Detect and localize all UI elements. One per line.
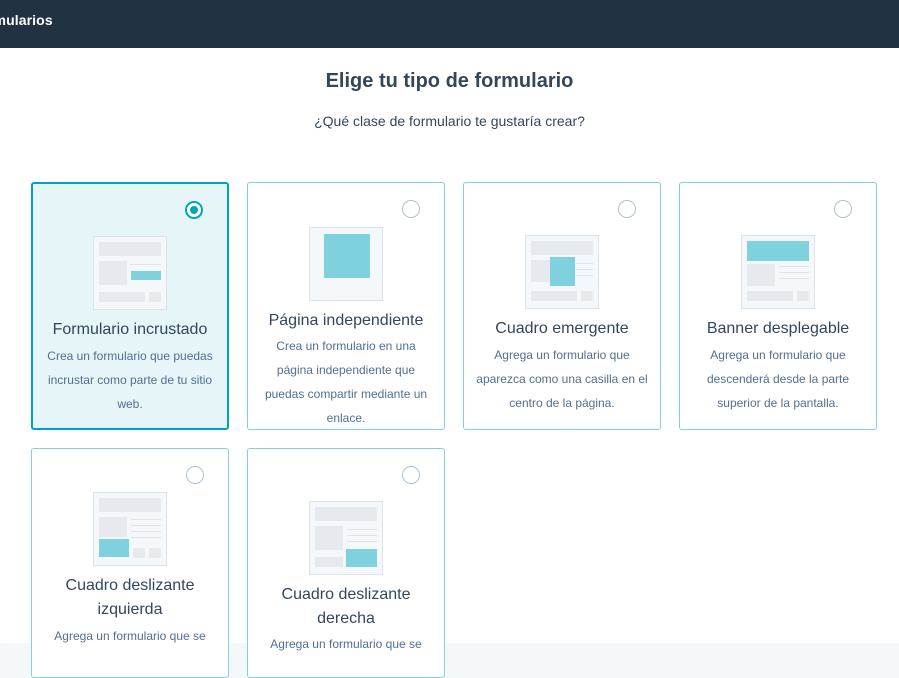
card-title: Cuadro emergente [495, 320, 629, 337]
form-type-card-standalone[interactable]: Página independiente Crea un formulario … [247, 182, 445, 430]
embedded-form-illustration [93, 236, 167, 310]
dropdown-banner-illustration [741, 235, 815, 309]
form-type-selector: Elige tu tipo de formulario ¿Qué clase d… [0, 48, 899, 678]
card-title: Página independiente [268, 312, 424, 329]
radio-button-slide-in-left[interactable] [186, 466, 204, 484]
form-type-card-popup[interactable]: Cuadro emergente Agrega un formulario qu… [463, 182, 661, 430]
card-description: Agrega un formulario que se [54, 629, 206, 643]
card-description: Agrega un formulario que aparezca como u… [476, 348, 648, 410]
card-description: Crea un formulario que puedas incrustar … [47, 349, 213, 411]
page-subtitle: ¿Qué clase de formulario te gustaría cre… [314, 113, 585, 129]
radio-button-popup[interactable] [618, 200, 636, 218]
slide-in-right-illustration [309, 501, 383, 575]
card-title: Banner desplegable [706, 320, 850, 337]
card-title: Formulario incrustado [52, 321, 208, 338]
radio-button-embedded[interactable] [185, 201, 203, 219]
standalone-page-illustration [309, 227, 383, 301]
form-type-card-slide-in-right[interactable]: Cuadro deslizante derecha Agrega un form… [247, 448, 445, 678]
card-description: Agrega un formulario que se [270, 637, 422, 651]
form-type-card-slide-in-left[interactable]: Cuadro deslizante izquierda Agrega un fo… [31, 448, 229, 678]
page-title: Elige tu tipo de formulario [325, 70, 574, 92]
card-description: Agrega un formulario que descenderá desd… [706, 348, 850, 410]
card-title: Cuadro deslizante derecha [281, 586, 411, 627]
slide-in-left-illustration [93, 492, 167, 566]
radio-button-standalone[interactable] [402, 200, 420, 218]
header-title: rmularios [0, 12, 53, 28]
card-description: Crea un formulario en una página indepen… [264, 339, 428, 425]
card-title: Cuadro deslizante izquierda [65, 577, 195, 618]
radio-button-slide-in-right[interactable] [402, 466, 420, 484]
form-type-card-embedded[interactable]: Formulario incrustado Crea un formulario… [31, 182, 229, 430]
popup-box-illustration [525, 235, 599, 309]
form-type-card-dropdown-banner[interactable]: Banner desplegable Agrega un formulario … [679, 182, 877, 430]
top-navigation-bar: rmularios [0, 0, 899, 48]
radio-button-dropdown-banner[interactable] [834, 200, 852, 218]
